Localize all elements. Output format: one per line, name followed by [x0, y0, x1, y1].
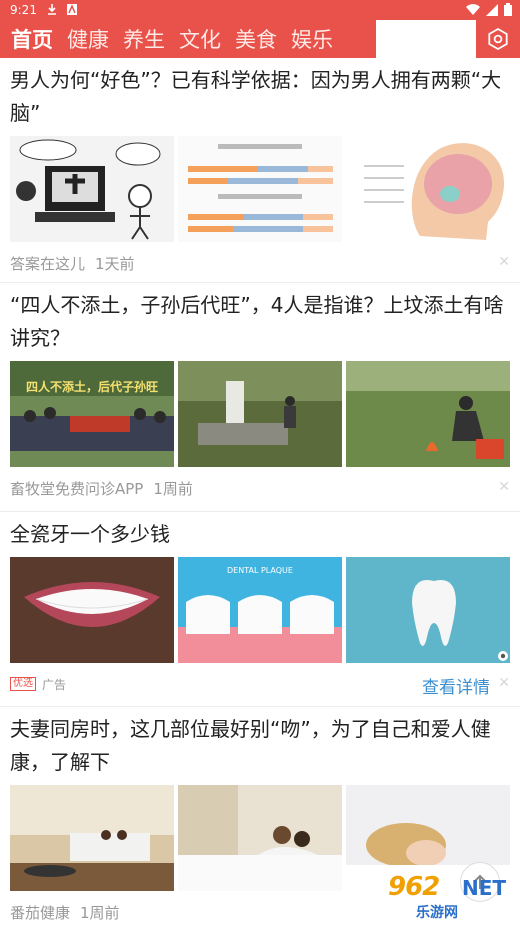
- status-time: 9:21: [10, 3, 37, 17]
- dismiss-icon[interactable]: ✕: [498, 479, 510, 495]
- channel-settings-button[interactable]: [476, 20, 520, 58]
- view-details-link[interactable]: 查看详情: [422, 673, 490, 698]
- article-image-ritual-crowd[interactable]: 四人不添土，后代子孙旺: [10, 361, 174, 467]
- article-time: 1周前: [153, 479, 193, 498]
- article-source: 答案在这儿: [10, 254, 86, 273]
- watermark-text: 乐游网: [416, 905, 458, 921]
- article-thumbnails: DENTAL PLAQUE: [0, 551, 520, 663]
- article-title[interactable]: 男人为何“好色”？已有科学依据：因为男人拥有两颗“大脑”: [0, 58, 520, 130]
- tab-health[interactable]: 健康: [56, 24, 109, 54]
- watermark-net: NET: [462, 876, 507, 900]
- ad-meta: 优选 广告 查看详情 ✕: [0, 663, 520, 705]
- battery-icon: [504, 3, 512, 16]
- dismiss-icon[interactable]: ✕: [498, 254, 510, 270]
- app-notification-icon: [67, 4, 77, 15]
- site-watermark: 962 NET 乐游网: [380, 872, 514, 922]
- article-image-living-room[interactable]: [10, 785, 174, 891]
- watermark-number: 962: [388, 872, 440, 902]
- ad-card[interactable]: 全瓷牙一个多少钱 DENTAL PLAQUE 优选 广告 查看详情 ✕: [0, 512, 520, 707]
- category-tab-bar: 首页 健康 养生 文化 美食 娱乐: [0, 20, 520, 58]
- wifi-icon: [466, 3, 480, 15]
- tab-entertainment[interactable]: 娱乐: [280, 24, 333, 54]
- status-bar: 9:21: [0, 0, 520, 20]
- article-meta: 答案在这儿 1天前 ✕: [0, 242, 520, 284]
- news-feed: 男人为何“好色”？已有科学依据：因为男人拥有两颗“大脑” 答案在这儿 1天前 ✕…: [0, 58, 520, 926]
- article-image-survey-chart[interactable]: [178, 136, 342, 242]
- article-time: 1天前: [95, 254, 135, 273]
- signal-icon: [486, 3, 498, 16]
- article-card[interactable]: 男人为何“好色”？已有科学依据：因为男人拥有两颗“大脑” 答案在这儿 1天前 ✕: [0, 58, 520, 283]
- article-image-cartoon[interactable]: [10, 136, 174, 242]
- ad-image-smile[interactable]: [10, 557, 174, 663]
- dismiss-icon[interactable]: ✕: [498, 675, 510, 691]
- article-image-brain[interactable]: [346, 136, 510, 242]
- article-image-grave[interactable]: [178, 361, 342, 467]
- article-thumbnails: 四人不添土，后代子孙旺: [0, 355, 520, 467]
- article-thumbnails: [0, 130, 520, 242]
- tab-food[interactable]: 美食: [224, 24, 277, 54]
- article-card[interactable]: “四人不添土，子孙后代旺”，4人是指谁？上坟添土有啥讲究？ 四人不添土，后代子孙…: [0, 283, 520, 512]
- tab-home[interactable]: 首页: [0, 24, 53, 54]
- ad-image-tooth[interactable]: [346, 557, 510, 663]
- article-image-couple-bed[interactable]: [178, 785, 342, 891]
- article-source: 畜牧堂免费问诊APP: [10, 479, 144, 498]
- article-source: 番茄健康: [10, 903, 71, 922]
- settings-icon: [488, 27, 508, 51]
- article-title[interactable]: 全瓷牙一个多少钱: [0, 512, 520, 551]
- tab-overflow-area: [376, 20, 476, 58]
- article-title[interactable]: “四人不添土，子孙后代旺”，4人是指谁？上坟添土有啥讲究？: [0, 283, 520, 355]
- tab-culture[interactable]: 文化: [168, 24, 221, 54]
- image-caption: 四人不添土，后代子孙旺: [26, 379, 158, 394]
- ad-badge: 优选: [10, 677, 36, 691]
- article-title[interactable]: 夫妻同房时，这几部位最好别“吻”，为了自己和爱人健康，了解下: [0, 707, 520, 779]
- ad-image-dental-plaque[interactable]: DENTAL PLAQUE: [178, 557, 342, 663]
- category-tabs: 首页 健康 养生 文化 美食 娱乐: [0, 20, 376, 58]
- ad-label: 广告: [42, 677, 67, 692]
- article-time: 1周前: [80, 903, 120, 922]
- image-caption: DENTAL PLAQUE: [227, 566, 293, 575]
- download-icon: [48, 4, 56, 15]
- article-meta: 畜牧堂免费问诊APP 1周前 ✕: [0, 467, 520, 509]
- article-image-burning-offering[interactable]: [346, 361, 510, 467]
- tab-wellness[interactable]: 养生: [112, 24, 165, 54]
